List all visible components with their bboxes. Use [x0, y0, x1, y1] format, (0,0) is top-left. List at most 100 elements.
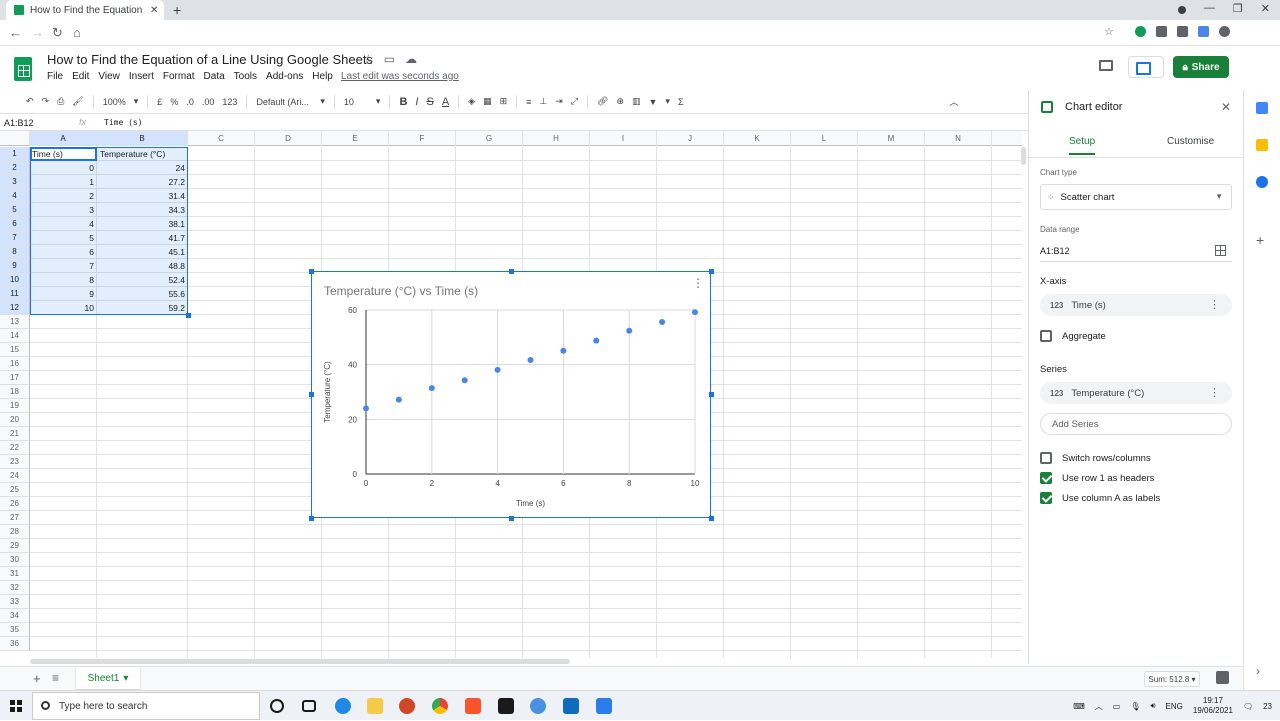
cell-a4[interactable]: 2 [30, 189, 94, 203]
row-header-22[interactable]: 22 [0, 441, 30, 455]
menu-data[interactable]: Data [204, 71, 225, 82]
row-header-11[interactable]: 11 [0, 287, 30, 301]
row-header-12[interactable]: 12 [0, 301, 30, 315]
formula-input[interactable]: Time (s) [104, 118, 143, 127]
paint-format-icon[interactable]: 🖌︎ [68, 96, 87, 107]
menu-insert[interactable]: Insert [129, 71, 154, 82]
strikethrough-button[interactable]: S [422, 96, 437, 108]
fill-handle[interactable] [186, 313, 191, 318]
powerpoint-icon[interactable] [399, 698, 415, 714]
insert-comment-icon[interactable]: ⊕ [612, 96, 628, 107]
name-box[interactable]: A1:B12 [4, 118, 66, 128]
chevron-up-icon[interactable]: ︿ [1095, 701, 1103, 712]
row-header-25[interactable]: 25 [0, 483, 30, 497]
extension-list-icon[interactable] [1177, 26, 1188, 37]
cell-a2[interactable]: 0 [30, 161, 94, 175]
colA-labels-checkbox[interactable] [1040, 492, 1052, 504]
fill-color-icon[interactable]: ◈ [464, 96, 479, 107]
resize-handle[interactable] [709, 392, 714, 397]
row-header-4[interactable]: 4 [0, 189, 30, 203]
menu-file[interactable]: File [47, 71, 63, 82]
cell-b6[interactable]: 38.1 [97, 217, 185, 231]
column-header-k[interactable]: K [724, 131, 791, 146]
present-button[interactable] [1128, 56, 1164, 78]
sheets-logo-icon[interactable] [14, 57, 32, 81]
row-header-33[interactable]: 33 [0, 595, 30, 609]
all-sheets-icon[interactable]: ≡ [52, 671, 59, 685]
chevron-down-icon[interactable]: ▾ [372, 96, 385, 107]
column-header-b[interactable]: B [97, 131, 188, 146]
calendar-icon[interactable] [1256, 102, 1268, 114]
share-button[interactable]: 🔒︎ Share [1173, 56, 1229, 78]
borders-icon[interactable]: ▦ [479, 96, 496, 107]
column-header-g[interactable]: G [456, 131, 523, 146]
row-header-15[interactable]: 15 [0, 343, 30, 357]
column-header-c[interactable]: C [188, 131, 255, 146]
add-addon-icon[interactable]: + [1256, 233, 1268, 247]
row-header-5[interactable]: 5 [0, 203, 30, 217]
row-header-34[interactable]: 34 [0, 609, 30, 623]
column-header-a[interactable]: A [30, 131, 97, 146]
row-header-17[interactable]: 17 [0, 371, 30, 385]
row1-headers-checkbox[interactable] [1040, 472, 1052, 484]
column-header-h[interactable]: H [523, 131, 590, 146]
menu-edit[interactable]: Edit [72, 71, 89, 82]
network-icon[interactable]: ▭ [1113, 702, 1121, 711]
cell-a1[interactable]: Time (s) [32, 147, 96, 161]
percent-format-button[interactable]: % [166, 97, 182, 107]
document-title[interactable]: How to Find the Equation of a Line Using… [47, 52, 373, 67]
column-header-m[interactable]: M [858, 131, 925, 146]
select-range-icon[interactable] [1215, 245, 1226, 256]
reload-icon[interactable]: ↻ [52, 25, 63, 41]
forward-icon[interactable]: → [31, 25, 44, 40]
row-header-3[interactable]: 3 [0, 175, 30, 189]
app-w-icon[interactable] [530, 698, 546, 714]
cell-a10[interactable]: 8 [30, 273, 94, 287]
cell-b12[interactable]: 59.2 [97, 301, 185, 315]
back-icon[interactable]: ← [9, 25, 22, 40]
currency-format-button[interactable]: £ [153, 97, 166, 107]
sheet-tab-sheet1[interactable]: Sheet1 ▾ [76, 667, 140, 689]
tab-setup[interactable]: Setup [1069, 136, 1096, 155]
restore-icon[interactable]: ❐ [1233, 2, 1243, 15]
cell-b3[interactable]: 27.2 [97, 175, 185, 189]
resize-handle[interactable] [709, 269, 714, 274]
redo-icon[interactable]: ↷ [38, 96, 54, 107]
cell-a6[interactable]: 4 [30, 217, 94, 231]
close-window-icon[interactable]: ✕ [1261, 2, 1270, 15]
increase-decimal-button[interactable]: .00 [198, 97, 219, 107]
menu-format[interactable]: Format [163, 71, 195, 82]
minimize-icon[interactable]: — [1204, 2, 1215, 15]
insert-link-icon[interactable]: 🔗︎ [593, 96, 612, 107]
cell-a5[interactable]: 3 [30, 203, 94, 217]
row-header-18[interactable]: 18 [0, 385, 30, 399]
explore-icon[interactable] [1216, 671, 1229, 684]
vertical-align-icon[interactable]: ⊥ [535, 96, 551, 107]
browser-tab[interactable]: How to Find the Equation of a Line Using… [6, 0, 164, 20]
move-folder-icon[interactable]: ▭ [384, 52, 395, 66]
add-series-button[interactable]: Add Series [1040, 413, 1232, 435]
extension-screen-icon[interactable] [1198, 26, 1209, 37]
colA-labels-row[interactable]: Use column A as labels [1040, 492, 1160, 504]
sum-indicator[interactable]: Sum: 512.8 ▾ [1144, 671, 1200, 687]
spreadsheet-grid[interactable]: ABCDEFGHIJKLMN 1 2 3 4 5 6 7 8 9 10 11 12 13 14 15 16 17… [0, 131, 1022, 658]
column-header-l[interactable]: L [791, 131, 858, 146]
row-header-6[interactable]: 6 [0, 217, 30, 231]
more-options-icon[interactable]: ⋮ [1209, 386, 1220, 399]
home-icon[interactable]: ⌂ [73, 25, 81, 40]
row-header-1[interactable]: 1 [0, 147, 30, 161]
row-header-20[interactable]: 20 [0, 413, 30, 427]
row-header-19[interactable]: 19 [0, 399, 30, 413]
row-header-8[interactable]: 8 [0, 245, 30, 259]
last-edit-link[interactable]: Last edit was seconds ago [341, 71, 459, 82]
cloud-status-icon[interactable]: ☁ [405, 52, 417, 66]
switch-rows-checkbox[interactable] [1040, 452, 1052, 464]
x-axis-chip[interactable]: 123 Time (s) ⋮ [1040, 294, 1232, 316]
extension-facebook-icon[interactable] [1156, 26, 1167, 37]
row-header-23[interactable]: 23 [0, 455, 30, 469]
extensions-puzzle-icon[interactable] [1219, 26, 1230, 37]
omnibox[interactable] [96, 24, 596, 42]
column-header-j[interactable]: J [657, 131, 724, 146]
insert-chart-icon[interactable]: ▥ [628, 96, 645, 107]
cell-b9[interactable]: 48.8 [97, 259, 185, 273]
